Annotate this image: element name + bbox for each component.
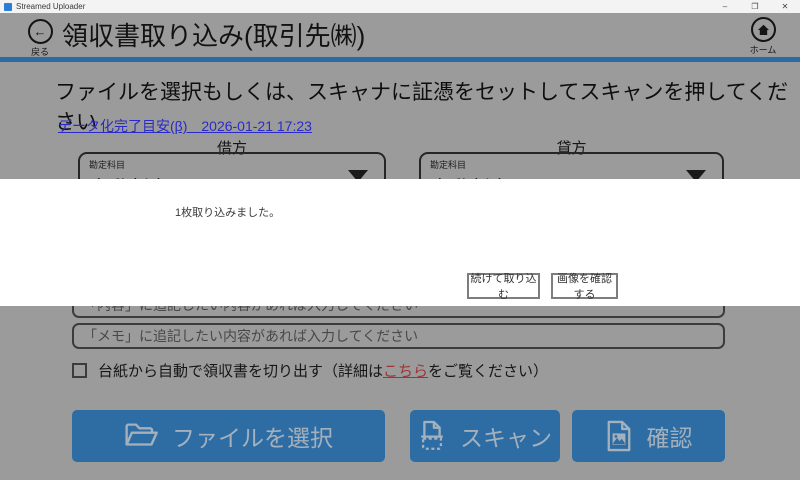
import-result-dialog: 1枚取り込みました。 続けて取り込む 画像を確認する <box>0 179 800 306</box>
scan-button[interactable]: スキャン <box>410 410 560 462</box>
window-titlebar: Streamed Uploader – ❐ ✕ <box>0 0 800 13</box>
image-document-icon <box>605 420 633 452</box>
credit-account-label: 勘定科目 <box>430 158 722 171</box>
header-divider <box>0 57 800 62</box>
confirm-label: 確認 <box>647 419 693 453</box>
home-button[interactable]: ホーム <box>744 17 782 56</box>
scan-label: スキャン <box>460 419 552 453</box>
data-eta-link[interactable]: データ化完了目安(β) 2026-01-21 17:23 <box>58 116 312 136</box>
continue-import-button[interactable]: 続けて取り込む <box>467 273 540 299</box>
minimize-icon[interactable]: – <box>710 0 740 13</box>
back-arrow-icon: ← <box>28 19 53 44</box>
debit-account-label: 勘定科目 <box>89 158 384 171</box>
select-file-label: ファイルを選択 <box>172 419 333 453</box>
page-title: 領収書取り込み(取引先㈱) <box>62 16 365 53</box>
scanner-icon <box>418 420 446 452</box>
view-images-button[interactable]: 画像を確認する <box>551 273 618 299</box>
home-icon <box>751 17 776 42</box>
confirm-button[interactable]: 確認 <box>572 410 725 462</box>
memo-note-input[interactable] <box>72 323 725 349</box>
back-button[interactable]: ← 戻る <box>24 19 56 58</box>
auto-crop-checkbox[interactable] <box>72 363 87 378</box>
details-link[interactable]: こちら <box>383 363 428 380</box>
maximize-icon[interactable]: ❐ <box>740 0 770 13</box>
select-file-button[interactable]: ファイルを選択 <box>72 410 385 462</box>
back-button-label: 戻る <box>24 45 56 58</box>
home-button-label: ホーム <box>744 43 782 56</box>
auto-crop-option: 台紙から自動で領収書を切り出す（詳細はこちらをご覧ください） <box>72 360 548 381</box>
window-title: Streamed Uploader <box>16 2 85 11</box>
app-icon <box>4 3 12 11</box>
folder-open-icon <box>124 422 158 450</box>
import-result-message: 1枚取り込みました。 <box>175 204 280 220</box>
close-icon[interactable]: ✕ <box>770 0 800 13</box>
auto-crop-label: 台紙から自動で領収書を切り出す（詳細はこちらをご覧ください） <box>98 360 548 381</box>
